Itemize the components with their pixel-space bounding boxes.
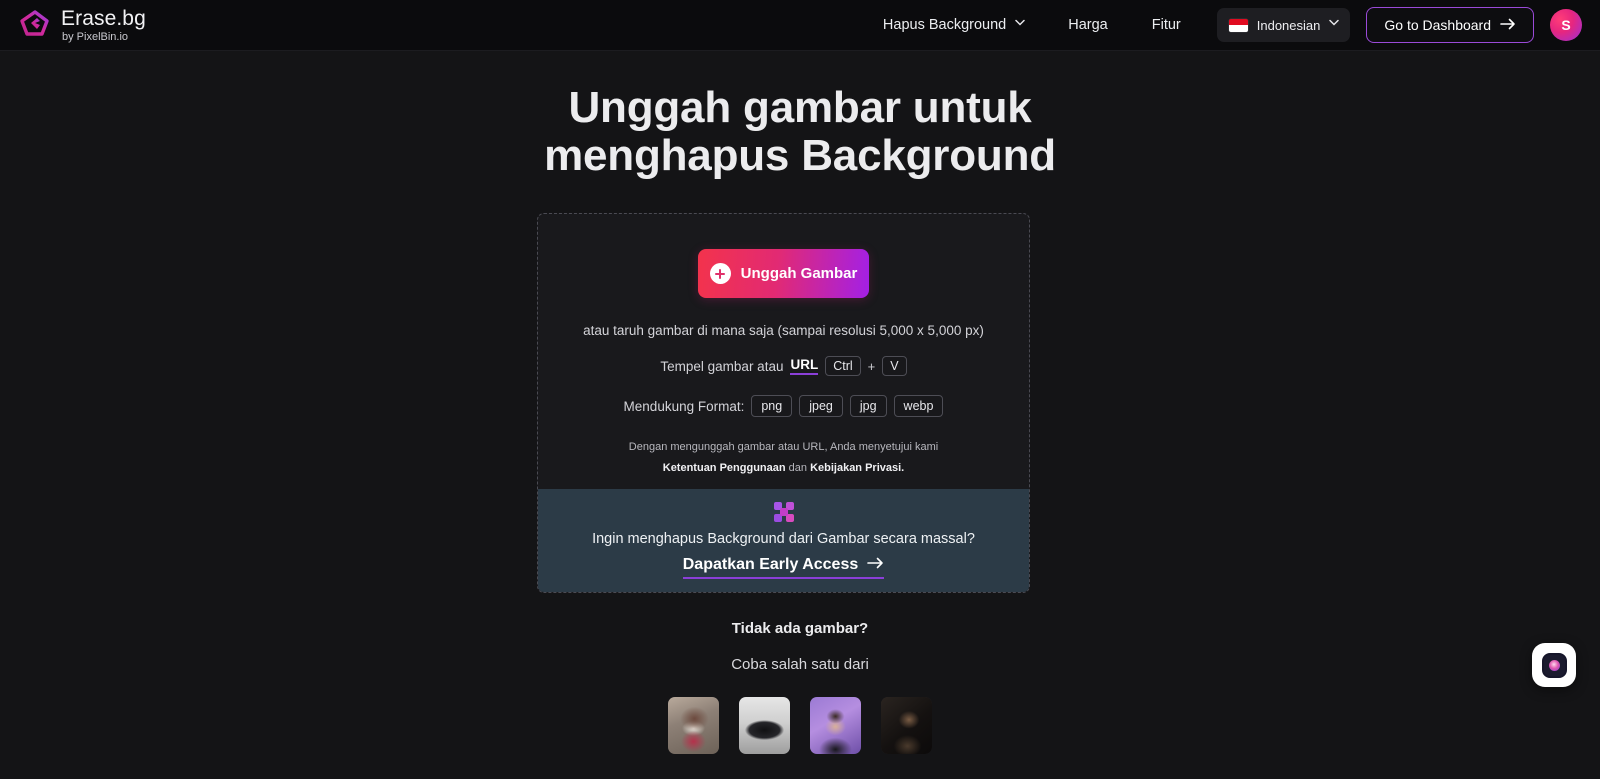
erasebg-diamond-logo-icon [18,8,52,42]
sample-thumbnail-list [0,697,1600,754]
nav-item-fitur[interactable]: Fitur [1130,0,1203,51]
paste-url-link[interactable]: URL [790,357,819,375]
sample-thumbnail-woman-purple-backdrop[interactable] [810,697,861,754]
upload-button-label: Unggah Gambar [740,265,858,282]
brand-logo[interactable]: Erase.bg by PixelBin.io [18,8,146,43]
upload-drop-area[interactable]: Unggah Gambar atau taruh gambar di mana … [538,214,1029,488]
banner-text: Ingin menghapus Background dari Gambar s… [592,531,975,547]
page-title-line-1: Unggah gambar untuk [568,83,1032,132]
page-title: Unggah gambar untuk menghapus Background [0,84,1600,180]
chat-widget-button[interactable] [1532,643,1576,687]
sample-thumbnail-man-dark-portrait[interactable] [881,697,932,754]
language-label: Indonesian [1256,17,1321,33]
terms-notice: Dengan mengunggah gambar atau URL, Anda … [611,437,957,480]
key-plus-separator: + [867,358,876,374]
bulk-early-access-banner: Ingin menghapus Background dari Gambar s… [538,489,1029,592]
site-header: Erase.bg by PixelBin.io Hapus Background… [0,0,1600,51]
early-access-link[interactable]: Dapatkan Early Access [682,556,885,579]
avatar-initial: S [1561,17,1571,33]
privacy-policy-link[interactable]: Kebijakan Privasi. [810,462,904,474]
drop-hint-text: atau taruh gambar di mana saja (sampai r… [583,323,984,338]
sample-images-section: Tidak ada gambar? Coba salah satu dari [0,620,1600,754]
key-ctrl: Ctrl [825,356,861,376]
go-to-dashboard-button[interactable]: Go to Dashboard [1366,7,1534,43]
nav-label: Harga [1068,17,1108,33]
brand-name: Erase.bg [61,6,146,30]
arrow-right-icon [867,556,884,574]
terms-prefix: Dengan mengunggah gambar atau URL, Anda … [628,441,939,453]
bulk-grid-icon [773,502,794,522]
format-chip-webp: webp [893,395,944,417]
brand-subtitle: by PixelBin.io [62,30,129,43]
main-nav: Hapus Background Harga Fitur Indonesian … [861,0,1600,51]
paste-prefix-label: Tempel gambar atau [660,358,784,374]
plus-circle-icon [709,263,731,284]
dashboard-button-label: Go to Dashboard [1384,17,1491,33]
chevron-down-icon [1015,19,1025,28]
early-access-label: Dapatkan Early Access [682,556,859,573]
chat-bubble-icon [1541,652,1567,678]
nav-item-hapus-background[interactable]: Hapus Background [861,0,1046,51]
chevron-down-icon [1329,19,1340,28]
page-title-line-2: menghapus Background [544,130,1056,180]
sample-thumbnail-woman-in-street[interactable] [668,697,719,754]
nav-label: Hapus Background [882,17,1007,33]
formats-label: Mendukung Format: [623,398,745,414]
terms-middle: dan [785,462,811,475]
arrow-right-icon [1500,17,1516,33]
samples-title: Tidak ada gambar? [731,620,869,637]
samples-subtitle: Coba salah satu dari [731,656,869,673]
upload-image-button[interactable]: Unggah Gambar [698,249,869,298]
user-avatar[interactable]: S [1550,9,1582,41]
nav-item-harga[interactable]: Harga [1046,0,1130,51]
format-chip-jpeg: jpeg [799,395,843,417]
terms-of-use-link[interactable]: Ketentuan Penggunaan [663,462,786,474]
format-chip-jpg: jpg [849,395,887,417]
nav-label: Fitur [1151,17,1181,33]
indonesia-flag-icon [1228,18,1248,32]
upload-dropzone-card[interactable]: Unggah Gambar atau taruh gambar di mana … [537,213,1030,593]
key-v: V [882,356,907,376]
supported-formats-row: Mendukung Format: png jpeg jpg webp [624,395,944,417]
format-chip-png: png [751,395,793,417]
sample-thumbnail-black-car[interactable] [739,697,790,754]
paste-url-row: Tempel gambar atau URL Ctrl + V [660,356,907,376]
language-selector[interactable]: Indonesian [1216,8,1351,42]
